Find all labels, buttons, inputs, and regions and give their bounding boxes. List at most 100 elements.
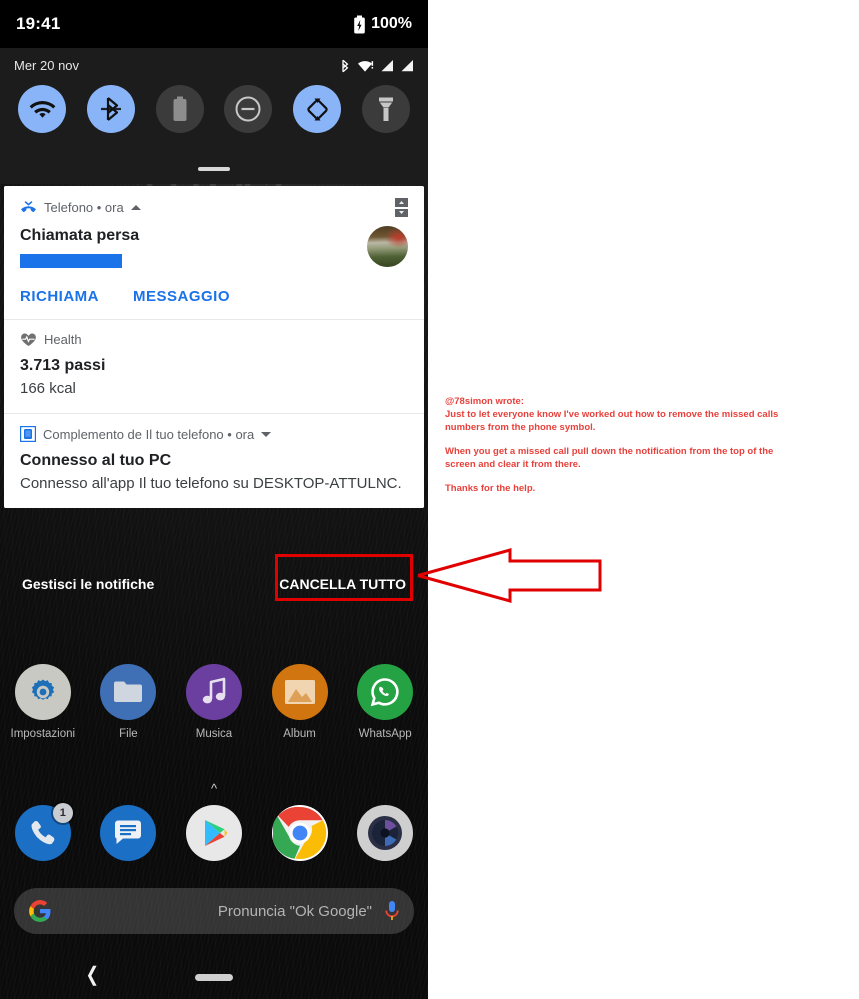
chevron-down-icon[interactable] [261, 431, 272, 437]
quick-settings-drag-handle[interactable] [198, 167, 230, 171]
app-label: Impostazioni [10, 728, 76, 740]
dock-item-phone[interactable]: 1 [14, 803, 73, 861]
app-album[interactable]: Album [262, 664, 338, 740]
battery-icon [173, 96, 187, 121]
search-placeholder: Pronuncia "Ok Google" [217, 902, 372, 920]
home-pill-icon[interactable] [195, 974, 233, 981]
app-musica[interactable]: Musica [176, 664, 252, 740]
notification-title: Connesso al tuo PC [20, 452, 172, 469]
quick-settings-panel: Mer 20 nov [0, 48, 428, 184]
notification-body: Connesso al tuo PC Connesso all'app Il t… [20, 451, 408, 494]
dock-item-chrome[interactable] [271, 805, 328, 861]
notification-header: Complemento de Il tuo telefono • ora [20, 426, 408, 442]
photo-icon [271, 664, 328, 720]
quick-settings-tiles [0, 73, 428, 133]
app-label: WhatsApp [358, 728, 412, 740]
clear-all-button[interactable]: CANCELLA TUTTO [279, 576, 406, 592]
signal-bars-icon [381, 60, 393, 72]
do-not-disturb-icon [235, 96, 261, 122]
do-not-disturb-tile[interactable] [224, 85, 273, 133]
bluetooth-icon [342, 59, 349, 72]
notification-header: Health [20, 332, 408, 347]
status-bar: 19:41 100% [0, 0, 428, 48]
your-phone-icon [20, 426, 36, 442]
flashlight-tile[interactable] [361, 85, 410, 133]
annotation-paragraph-2: When you get a missed call pull down the… [445, 446, 774, 470]
left-arrow-annotation [417, 548, 602, 603]
notification-header-actions [395, 198, 408, 217]
status-bar-right: 100% [353, 15, 412, 34]
notification-missed-call[interactable]: Telefono • ora Chiamata persa RICHIAMA M… [4, 186, 424, 319]
notification-title: 3.713 passi [20, 357, 106, 374]
bluetooth-tile[interactable] [86, 85, 135, 133]
music-note-icon [185, 664, 242, 720]
play-store-icon [204, 820, 228, 846]
notification-shade-footer: Gestisci le notifiche CANCELLA TUTTO [0, 560, 428, 608]
manage-notifications-button[interactable]: Gestisci le notifiche [22, 576, 154, 592]
flashlight-icon [378, 97, 393, 121]
dock-item-messages[interactable] [100, 805, 157, 861]
quick-settings-header: Mer 20 nov [0, 48, 428, 73]
notification-subtitle: 166 kcal [20, 380, 76, 397]
notification-text-block: 3.713 passi 166 kcal [20, 356, 408, 399]
status-bar-time: 19:41 [16, 14, 61, 33]
redacted-caller-bar [20, 254, 122, 268]
chevron-up-icon[interactable]: ^ [211, 782, 217, 795]
notification-header: Telefono • ora [20, 198, 408, 217]
notification-app-name: Telefono • ora [44, 200, 124, 215]
app-impostazioni[interactable]: Impostazioni [5, 664, 81, 740]
notification-title: Chiamata persa [20, 227, 140, 244]
app-label: Musica [195, 728, 233, 740]
app-whatsapp[interactable]: WhatsApp [347, 664, 423, 740]
google-g-icon [29, 900, 51, 923]
battery-saver-tile[interactable] [155, 85, 204, 133]
app-file[interactable]: File [90, 664, 166, 740]
battery-charging-icon [354, 15, 365, 33]
phone-icon [31, 821, 55, 845]
wifi-tile[interactable] [18, 85, 66, 133]
app-label: Album [283, 728, 316, 740]
navigation-bar: ❮ [0, 955, 428, 999]
quick-settings-status-icons [340, 59, 414, 73]
auto-rotate-icon [307, 98, 328, 120]
camera-icon [368, 816, 403, 850]
folder-icon [100, 664, 157, 720]
annotation-quote-header: @78simon wrote: [445, 396, 524, 407]
notification-shade: Telefono • ora Chiamata persa RICHIAMA M… [4, 186, 424, 508]
annotation-paragraph-1: Just to let everyone know I've worked ou… [445, 409, 779, 433]
avatar [367, 226, 408, 267]
notification-body: Chiamata persa [20, 226, 408, 268]
bluetooth-icon [100, 97, 121, 121]
notification-your-phone[interactable]: Complemento de Il tuo telefono • ora Con… [4, 413, 424, 508]
whatsapp-icon [357, 664, 414, 720]
chevron-up-icon[interactable] [130, 205, 141, 210]
dock: 1 [0, 803, 428, 861]
notification-health[interactable]: Health 3.713 passi 166 kcal [4, 319, 424, 413]
battery-percent: 100% [371, 15, 412, 32]
phone-screenshot: 19:41 19:41 100% Mer 20 nov [0, 0, 428, 999]
wifi-icon [358, 60, 374, 72]
dock-item-camera[interactable] [357, 805, 414, 861]
snooze-icon[interactable] [395, 198, 408, 217]
app-label: File [119, 728, 138, 740]
call-back-action[interactable]: RICHIAMA [20, 288, 99, 305]
chrome-icon [272, 806, 326, 859]
back-chevron-icon[interactable]: ❮ [86, 965, 99, 985]
notification-body: 3.713 passi 166 kcal [20, 356, 408, 399]
notification-subtitle: Connesso all'app Il tuo telefono su DESK… [20, 475, 402, 492]
google-search-bar[interactable]: Pronuncia "Ok Google" [14, 888, 414, 934]
notification-actions: RICHIAMA MESSAGGIO [20, 288, 408, 305]
badge-count: 1 [52, 803, 73, 823]
notification-app-name: Complemento de Il tuo telefono • ora [43, 426, 255, 442]
dock-item-play-store[interactable] [185, 805, 242, 861]
notification-text-block: Chiamata persa [20, 226, 355, 268]
auto-rotate-tile[interactable] [293, 85, 342, 133]
messages-icon [115, 820, 142, 844]
wifi-icon [29, 101, 55, 118]
notification-text-block: Connesso al tuo PC Connesso all'app Il t… [20, 451, 408, 494]
heart-icon [21, 333, 36, 346]
notification-app-name: Health [44, 332, 82, 347]
message-action[interactable]: MESSAGGIO [133, 288, 230, 305]
quick-settings-date: Mer 20 nov [14, 58, 80, 73]
microphone-icon[interactable] [384, 899, 400, 923]
